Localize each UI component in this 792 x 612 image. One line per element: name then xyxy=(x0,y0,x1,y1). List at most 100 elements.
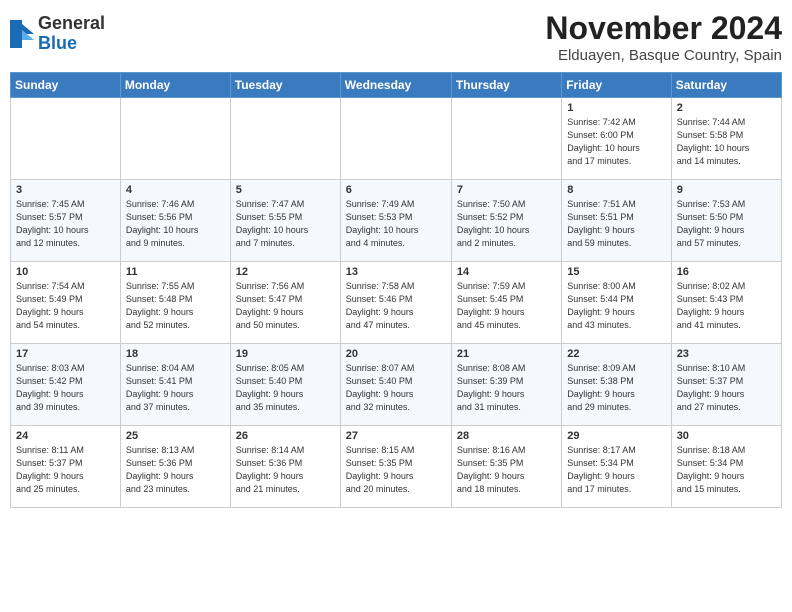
day-info: Sunrise: 7:58 AM Sunset: 5:46 PM Dayligh… xyxy=(346,280,446,332)
calendar-cell: 13 Sunrise: 7:58 AM Sunset: 5:46 PM Dayli… xyxy=(340,262,451,344)
day-number: 1 xyxy=(567,102,665,114)
day-info: Sunrise: 7:55 AM Sunset: 5:48 PM Dayligh… xyxy=(126,280,225,332)
calendar-cell: 7Sunrise: 7:50 AM Sunset: 5:52 PM Daylig… xyxy=(451,180,561,262)
day-info: Sunrise: 8:16 AM Sunset: 5:35 PM Dayligh… xyxy=(457,444,556,496)
day-info: Sunrise: 8:14 AM Sunset: 5:36 PM Dayligh… xyxy=(236,444,335,496)
day-number: 8 xyxy=(567,184,665,196)
day-info: Sunrise: 8:07 AM Sunset: 5:40 PM Dayligh… xyxy=(346,362,446,414)
day-number: 25 xyxy=(126,430,225,442)
day-number: 15 xyxy=(567,266,665,278)
calendar-cell: 10 Sunrise: 7:54 AM Sunset: 5:49 PM Dayli… xyxy=(11,262,121,344)
calendar-header-thursday: Thursday xyxy=(451,73,561,98)
day-info: Sunrise: 8:00 AM Sunset: 5:44 PM Dayligh… xyxy=(567,280,665,332)
day-info: Sunrise: 7:42 AM Sunset: 6:00 PM Dayligh… xyxy=(567,116,665,168)
day-info: Sunrise: 8:08 AM Sunset: 5:39 PM Dayligh… xyxy=(457,362,556,414)
calendar-cell: 22 Sunrise: 8:09 AM Sunset: 5:38 PM Dayli… xyxy=(562,344,671,426)
day-number: 16 xyxy=(677,266,776,278)
day-info: Sunrise: 7:46 AM Sunset: 5:56 PM Dayligh… xyxy=(126,198,225,250)
calendar-header-tuesday: Tuesday xyxy=(230,73,340,98)
day-number: 21 xyxy=(457,348,556,360)
day-number: 22 xyxy=(567,348,665,360)
day-info: Sunrise: 7:51 AM Sunset: 5:51 PM Dayligh… xyxy=(567,198,665,250)
day-info: Sunrise: 8:10 AM Sunset: 5:37 PM Dayligh… xyxy=(677,362,776,414)
calendar-cell xyxy=(340,98,451,180)
calendar-header-monday: Monday xyxy=(120,73,230,98)
calendar-cell: 16Sunrise: 8:02 AM Sunset: 5:43 PM Dayli… xyxy=(671,262,781,344)
calendar-cell: 19 Sunrise: 8:05 AM Sunset: 5:40 PM Dayli… xyxy=(230,344,340,426)
calendar-cell: 30 Sunrise: 8:18 AM Sunset: 5:34 PM Dayli… xyxy=(671,426,781,508)
week-row-2: 3 Sunrise: 7:45 AM Sunset: 5:57 PM Daylig… xyxy=(11,180,782,262)
day-info: Sunrise: 8:04 AM Sunset: 5:41 PM Dayligh… xyxy=(126,362,225,414)
calendar-cell: 2 Sunrise: 7:44 AM Sunset: 5:58 PM Daylig… xyxy=(671,98,781,180)
day-info: Sunrise: 7:44 AM Sunset: 5:58 PM Dayligh… xyxy=(677,116,776,168)
page-header: General Blue November 2024 Elduayen, Bas… xyxy=(10,10,782,64)
week-row-1: 1 Sunrise: 7:42 AM Sunset: 6:00 PM Daylig… xyxy=(11,98,782,180)
logo-general-text: General xyxy=(38,14,105,34)
day-info: Sunrise: 7:53 AM Sunset: 5:50 PM Dayligh… xyxy=(677,198,776,250)
calendar-cell: 4 Sunrise: 7:46 AM Sunset: 5:56 PM Daylig… xyxy=(120,180,230,262)
day-number: 14 xyxy=(457,266,556,278)
day-info: Sunrise: 8:03 AM Sunset: 5:42 PM Dayligh… xyxy=(16,362,115,414)
day-number: 29 xyxy=(567,430,665,442)
day-info: Sunrise: 7:59 AM Sunset: 5:45 PM Dayligh… xyxy=(457,280,556,332)
day-number: 26 xyxy=(236,430,335,442)
page-subtitle: Elduayen, Basque Country, Spain xyxy=(545,47,782,64)
calendar-cell: 29Sunrise: 8:17 AM Sunset: 5:34 PM Dayli… xyxy=(562,426,671,508)
day-info: Sunrise: 8:11 AM Sunset: 5:37 PM Dayligh… xyxy=(16,444,115,496)
calendar-header-sunday: Sunday xyxy=(11,73,121,98)
day-number: 18 xyxy=(126,348,225,360)
calendar-cell: 8 Sunrise: 7:51 AM Sunset: 5:51 PM Daylig… xyxy=(562,180,671,262)
calendar-cell: 28 Sunrise: 8:16 AM Sunset: 5:35 PM Dayli… xyxy=(451,426,561,508)
calendar-table: SundayMondayTuesdayWednesdayThursdayFrid… xyxy=(10,72,782,508)
day-number: 30 xyxy=(677,430,776,442)
calendar-cell: 27Sunrise: 8:15 AM Sunset: 5:35 PM Dayli… xyxy=(340,426,451,508)
day-info: Sunrise: 8:09 AM Sunset: 5:38 PM Dayligh… xyxy=(567,362,665,414)
day-info: Sunrise: 8:05 AM Sunset: 5:40 PM Dayligh… xyxy=(236,362,335,414)
day-info: Sunrise: 7:47 AM Sunset: 5:55 PM Dayligh… xyxy=(236,198,335,250)
calendar-cell: 17 Sunrise: 8:03 AM Sunset: 5:42 PM Dayli… xyxy=(11,344,121,426)
calendar-cell: 21 Sunrise: 8:08 AM Sunset: 5:39 PM Dayli… xyxy=(451,344,561,426)
calendar-cell: 5Sunrise: 7:47 AM Sunset: 5:55 PM Daylig… xyxy=(230,180,340,262)
day-number: 28 xyxy=(457,430,556,442)
logo: General Blue xyxy=(10,14,105,54)
calendar-cell: 3 Sunrise: 7:45 AM Sunset: 5:57 PM Daylig… xyxy=(11,180,121,262)
day-number: 2 xyxy=(677,102,776,114)
calendar-cell: 15 Sunrise: 8:00 AM Sunset: 5:44 PM Dayli… xyxy=(562,262,671,344)
calendar-cell: 26 Sunrise: 8:14 AM Sunset: 5:36 PM Dayli… xyxy=(230,426,340,508)
day-info: Sunrise: 8:15 AM Sunset: 5:35 PM Dayligh… xyxy=(346,444,446,496)
calendar-cell: 23Sunrise: 8:10 AM Sunset: 5:37 PM Dayli… xyxy=(671,344,781,426)
calendar-header-row: SundayMondayTuesdayWednesdayThursdayFrid… xyxy=(11,73,782,98)
calendar-cell: 12Sunrise: 7:56 AM Sunset: 5:47 PM Dayli… xyxy=(230,262,340,344)
week-row-3: 10 Sunrise: 7:54 AM Sunset: 5:49 PM Dayli… xyxy=(11,262,782,344)
logo-blue-text: Blue xyxy=(38,34,105,54)
calendar-cell: 20 Sunrise: 8:07 AM Sunset: 5:40 PM Dayli… xyxy=(340,344,451,426)
calendar-header-friday: Friday xyxy=(562,73,671,98)
day-number: 13 xyxy=(346,266,446,278)
calendar-cell xyxy=(120,98,230,180)
day-number: 24 xyxy=(16,430,115,442)
day-number: 19 xyxy=(236,348,335,360)
calendar-cell: 11 Sunrise: 7:55 AM Sunset: 5:48 PM Dayli… xyxy=(120,262,230,344)
day-number: 4 xyxy=(126,184,225,196)
day-info: Sunrise: 7:54 AM Sunset: 5:49 PM Dayligh… xyxy=(16,280,115,332)
day-number: 3 xyxy=(16,184,115,196)
day-number: 11 xyxy=(126,266,225,278)
day-number: 20 xyxy=(346,348,446,360)
calendar-cell: 9Sunrise: 7:53 AM Sunset: 5:50 PM Daylig… xyxy=(671,180,781,262)
calendar-cell xyxy=(451,98,561,180)
calendar-cell: 6Sunrise: 7:49 AM Sunset: 5:53 PM Daylig… xyxy=(340,180,451,262)
day-info: Sunrise: 8:18 AM Sunset: 5:34 PM Dayligh… xyxy=(677,444,776,496)
title-area: November 2024 Elduayen, Basque Country, … xyxy=(545,10,782,64)
day-number: 17 xyxy=(16,348,115,360)
calendar-header-wednesday: Wednesday xyxy=(340,73,451,98)
calendar-cell: 14 Sunrise: 7:59 AM Sunset: 5:45 PM Dayli… xyxy=(451,262,561,344)
calendar-cell: 18 Sunrise: 8:04 AM Sunset: 5:41 PM Dayli… xyxy=(120,344,230,426)
day-number: 7 xyxy=(457,184,556,196)
page-title: November 2024 xyxy=(545,10,782,47)
calendar-cell: 25 Sunrise: 8:13 AM Sunset: 5:36 PM Dayli… xyxy=(120,426,230,508)
day-info: Sunrise: 7:45 AM Sunset: 5:57 PM Dayligh… xyxy=(16,198,115,250)
calendar-cell: 24 Sunrise: 8:11 AM Sunset: 5:37 PM Dayli… xyxy=(11,426,121,508)
day-number: 10 xyxy=(16,266,115,278)
day-info: Sunrise: 8:13 AM Sunset: 5:36 PM Dayligh… xyxy=(126,444,225,496)
day-info: Sunrise: 7:49 AM Sunset: 5:53 PM Dayligh… xyxy=(346,198,446,250)
